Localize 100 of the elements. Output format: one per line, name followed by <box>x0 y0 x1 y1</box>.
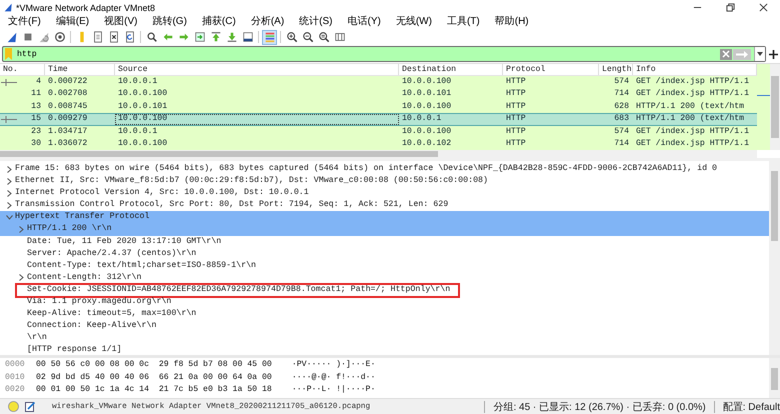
tree-item[interactable]: Content-Length: 312\r\n <box>0 272 769 284</box>
table-cell-text: HTTP <box>505 76 527 88</box>
filter-dropdown-button[interactable] <box>754 47 765 61</box>
related-packet-icon <box>0 114 18 124</box>
packet-row[interactable]: 23 1.034717 10.0.0.1 10.0.0.100 HTTP 574 GET /index.jsp HTTP/1.1 <box>0 126 757 138</box>
tree-item[interactable]: Via: 1.1 proxy.magedu.org\r\n <box>0 296 769 308</box>
table-cell-text: 13 <box>30 100 42 113</box>
menu-item[interactable]: 视图(V) <box>100 16 142 28</box>
tree-item[interactable]: \r\n <box>0 332 769 344</box>
table-cell-text: 10.0.0.100 <box>401 100 452 113</box>
zoom-reset-icon <box>318 31 330 43</box>
table-cell-text: 683 <box>613 114 630 125</box>
back-arrow-icon <box>162 31 174 43</box>
zoom-in-icon <box>286 31 298 43</box>
menu-item[interactable]: 帮助(H) <box>490 16 533 28</box>
table-cell-text: 11 <box>30 88 42 100</box>
menu-item[interactable]: 分析(A) <box>246 16 288 28</box>
table-cell-text: HTTP <box>505 88 527 100</box>
table-cell-text: 10.0.0.100 <box>401 76 452 88</box>
column-header[interactable]: Destination <box>399 64 503 75</box>
add-filter-icon[interactable] <box>769 50 778 58</box>
column-header[interactable]: Source <box>115 64 399 75</box>
expand-chevron-icon[interactable] <box>18 274 24 282</box>
table-cell-text: 10.0.0.101 <box>401 88 452 100</box>
packet-row[interactable]: 30 1.036072 10.0.0.100 10.0.0.102 HTTP 714 GET /index.jsp HTTP/1.1 <box>0 138 757 150</box>
tree-item[interactable]: Content-Type: text/html;charset=ISO-8859-1\r\n <box>0 260 769 272</box>
tree-item[interactable]: Internet Protocol Version 4, Src: 10.0.0.100, Dst: 10.0.0.1 <box>0 187 769 200</box>
tree-item[interactable]: HTTP/1.1 200 \r\n <box>0 223 769 236</box>
horizontal-scrollbar[interactable] <box>0 150 757 158</box>
zoom-out-button[interactable] <box>300 30 315 44</box>
hex-offset: 0020 <box>4 384 26 396</box>
vertical-scrollbar[interactable] <box>770 64 780 150</box>
vertical-scrollbar[interactable] <box>769 161 780 355</box>
display-filter-field[interactable]: http <box>2 46 766 62</box>
close-file-icon <box>108 31 120 43</box>
menu-item[interactable]: 捕获(C) <box>198 16 240 28</box>
menu-item[interactable]: 跳转(G) <box>148 16 191 28</box>
table-cell-text: 1.034717 <box>47 126 88 138</box>
tree-item[interactable]: Connection: Keep-Alive\r\n <box>0 320 769 332</box>
options-button[interactable] <box>52 30 67 44</box>
ascii-bytes: ·PV····· )·]···E· <box>292 359 376 371</box>
note-edit-icon[interactable] <box>25 401 36 412</box>
tree-item[interactable]: Transmission Control Protocol, Src Port: 80, Dst Port: 7194, Seq: 1, Ack: 521, Len: 629 <box>0 199 769 212</box>
vertical-scrollbar[interactable] <box>769 358 780 398</box>
autoscroll-icon <box>242 31 254 43</box>
packet-row[interactable]: 15 0.009279 10.0.0.100 10.0.0.1 HTTP 683 HTTP/1.1 200 (text/htm <box>0 113 757 126</box>
table-cell-text: 15 <box>30 114 42 125</box>
table-cell-text: 1.036072 <box>47 138 88 150</box>
menu-item[interactable]: 电话(Y) <box>344 16 385 28</box>
table-cell-text: HTTP <box>505 100 527 113</box>
table-cell-text: 0.008745 <box>47 100 88 113</box>
menu-item[interactable]: 文件(F) <box>4 16 45 28</box>
app-icon <box>4 3 13 12</box>
tree-item[interactable]: [HTTP response 1/1] <box>0 344 769 355</box>
packet-row[interactable]: 11 0.002708 10.0.0.100 10.0.0.101 HTTP 714 GET /index.jsp HTTP/1.1 <box>0 88 757 101</box>
menu-item[interactable]: 工具(T) <box>442 16 484 28</box>
menu-item[interactable]: 统计(S) <box>295 16 336 28</box>
table-cell-text: HTTP <box>505 114 527 125</box>
clear-filter-button[interactable] <box>720 48 732 60</box>
packet-row[interactable]: 4 0.000722 10.0.0.1 10.0.0.100 HTTP 574 GET /index.jsp HTTP/1.1 <box>0 76 757 88</box>
tree-item[interactable]: Frame 15: 683 bytes on wire (5464 bits), 683 bytes captured (5464 bits) on interface \Device\NPF_{DAB42B28-859C-4FDD-9006-2CB742A6AD11}, id 0 <box>0 163 769 176</box>
colorize-button[interactable] <box>262 30 277 44</box>
packet-row[interactable]: 13 0.008745 10.0.0.101 10.0.0.100 HTTP 628 HTTP/1.1 200 (text/htm <box>0 100 757 114</box>
tree-item[interactable]: Keep-Alive: timeout=5, max=100\r\n <box>0 308 769 320</box>
table-cell-text: 10.0.0.1 <box>401 114 442 125</box>
zoom-reset-button[interactable] <box>316 30 331 44</box>
tree-item[interactable]: Set-Cookie: JSESSIONID=AB48762EEF82ED36A7929278974D79B8.Tomcat1; Path=/; HttpOnly\r\n <box>0 284 769 296</box>
table-cell-text: HTTP/1.1 200 (text/htm <box>635 100 746 113</box>
table-cell-text: 574 <box>613 126 630 138</box>
column-header[interactable]: No. <box>0 64 45 75</box>
column-header[interactable]: Time <box>45 64 115 75</box>
table-cell-text: 0.009279 <box>47 114 88 125</box>
table-cell-text: GET /index.jsp HTTP/1.1 <box>635 126 750 138</box>
tree-item[interactable]: Ethernet II, Src: VMware_f8:5d:b7 (00:0c:29:f8:5d:b7), Dst: VMware_c0:00:08 (00:50:56:c0:00:08) <box>0 175 769 188</box>
tree-item[interactable]: Server: Apache/2.4.37 (centos)\r\n <box>0 248 769 260</box>
table-cell-text: 10.0.0.102 <box>401 138 452 150</box>
stop-icon <box>22 31 34 43</box>
table-cell-text: 10.0.0.101 <box>117 100 168 113</box>
table-cell-text: 10.0.0.100 <box>401 126 452 138</box>
table-cell-text: 574 <box>613 76 630 88</box>
maximize-icon[interactable] <box>726 3 735 12</box>
collapse-chevron-icon[interactable] <box>6 214 12 220</box>
ascii-bytes: ····@·@· f!···d·· <box>292 372 376 384</box>
zoom-in-button[interactable] <box>284 30 299 44</box>
expand-chevron-icon[interactable] <box>18 226 24 234</box>
column-header[interactable]: Protocol <box>503 64 599 75</box>
menu-item[interactable]: 编辑(E) <box>52 16 94 28</box>
menu-item[interactable]: 无线(W) <box>392 16 436 28</box>
zoom-out-icon <box>302 31 314 43</box>
file-icon <box>92 31 104 43</box>
options-icon <box>54 31 66 43</box>
tree-item[interactable]: Hypertext Transfer Protocol <box>0 211 769 224</box>
table-cell-text: 10.0.0.100 <box>117 88 168 100</box>
table-cell-text: 714 <box>613 138 630 150</box>
column-header[interactable]: Length <box>599 64 633 75</box>
tree-item[interactable]: Date: Tue, 11 Feb 2020 13:17:10 GMT\r\n <box>0 236 769 248</box>
table-cell-text: 23 <box>30 126 42 138</box>
profile-label[interactable]: 配置: Default <box>722 400 780 414</box>
colorize-icon <box>264 31 276 43</box>
close-icon[interactable] <box>759 3 768 12</box>
